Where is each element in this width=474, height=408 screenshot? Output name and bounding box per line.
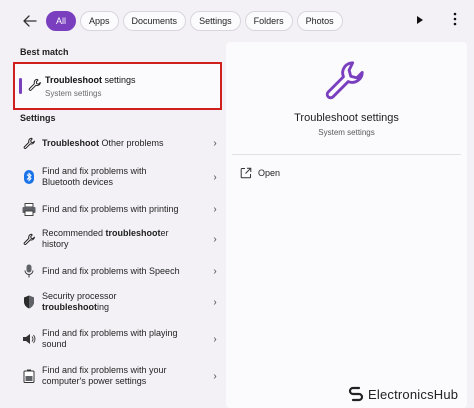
watermark: ElectronicsHub	[348, 386, 458, 402]
more-button[interactable]	[448, 12, 462, 28]
chevron-right-icon: ›	[213, 203, 217, 215]
list-item[interactable]: Recommended troubleshooter history ›	[14, 228, 222, 250]
detail-title: Troubleshoot settings	[294, 112, 399, 124]
list-item[interactable]: Find and fix problems with printing ›	[14, 202, 222, 216]
list-item[interactable]: Find and fix problems with your computer'…	[14, 365, 222, 387]
speaker-icon	[23, 334, 36, 344]
chevron-right-icon: ›	[213, 137, 217, 149]
list-item-label: Find and fix problems with playing sound	[42, 328, 178, 349]
filter-chip-photos[interactable]: Photos	[296, 11, 343, 31]
wrench-icon	[23, 233, 35, 245]
list-item-label: Troubleshoot Other problems	[42, 137, 164, 148]
list-item-label: Find and fix problems with Bluetooth devi…	[42, 166, 147, 187]
best-match-subtitle: System settings	[45, 89, 102, 98]
filter-chip-settings[interactable]: Settings	[190, 11, 241, 31]
shield-icon	[24, 295, 34, 309]
list-item-label: Recommended troubleshooter history	[42, 228, 169, 249]
filter-chip-documents[interactable]: Documents	[122, 11, 187, 31]
chevron-right-icon: ›	[213, 296, 217, 308]
results-list: Best match Troubleshoot settings System …	[10, 42, 224, 408]
detail-panel: Troubleshoot settings System settings Op…	[226, 42, 467, 408]
list-item-label: Find and fix problems with Speech	[42, 265, 180, 276]
open-label: Open	[258, 168, 281, 178]
wrench-icon	[23, 137, 35, 149]
list-item[interactable]: Find and fix problems with Bluetooth devi…	[14, 166, 222, 188]
selection-indicator	[19, 78, 22, 94]
best-match-title: Troubleshoot settings	[45, 75, 136, 85]
divider	[232, 154, 461, 155]
play-icon	[417, 16, 423, 24]
bluetooth-icon	[24, 170, 34, 184]
electronicshub-logo-icon	[348, 386, 364, 402]
list-item[interactable]: Find and fix problems with Speech ›	[14, 264, 222, 278]
open-external-icon	[240, 167, 252, 179]
list-item[interactable]: Find and fix problems with playing sound …	[14, 328, 222, 350]
chevron-right-icon: ›	[213, 265, 217, 277]
chevron-right-icon: ›	[213, 370, 217, 382]
list-item-label: Security processor troubleshooting	[42, 291, 117, 312]
filter-bar: All Apps Documents Settings Folders Phot…	[0, 0, 474, 42]
more-icon	[453, 12, 457, 26]
watermark-brand: ElectronicsHub	[368, 386, 459, 402]
arrow-left-icon	[23, 15, 37, 27]
wrench-icon	[28, 78, 41, 91]
microphone-icon	[24, 264, 34, 278]
detail-subtitle: System settings	[318, 128, 375, 137]
play-button[interactable]	[415, 14, 425, 26]
filter-chip-all[interactable]: All	[46, 11, 77, 31]
chevron-right-icon: ›	[213, 171, 217, 183]
list-item[interactable]: Security processor troubleshooting ›	[14, 291, 222, 313]
wrench-icon	[325, 61, 364, 100]
printer-icon	[22, 202, 36, 216]
best-match-heading: Best match	[20, 47, 69, 57]
best-match-item[interactable]: Troubleshoot settings System settings	[13, 62, 222, 110]
list-item-label: Find and fix problems with printing	[42, 203, 179, 214]
filter-chip-apps[interactable]: Apps	[80, 11, 119, 31]
filter-chip-folders[interactable]: Folders	[244, 11, 293, 31]
open-action[interactable]: Open	[240, 167, 280, 179]
battery-icon	[23, 369, 35, 383]
back-button[interactable]	[20, 11, 40, 31]
chevron-right-icon: ›	[213, 233, 217, 245]
chevron-right-icon: ›	[213, 333, 217, 345]
settings-heading: Settings	[20, 113, 56, 123]
list-item-label: Find and fix problems with your computer'…	[42, 365, 167, 386]
list-item[interactable]: Troubleshoot Other problems ›	[14, 136, 222, 150]
